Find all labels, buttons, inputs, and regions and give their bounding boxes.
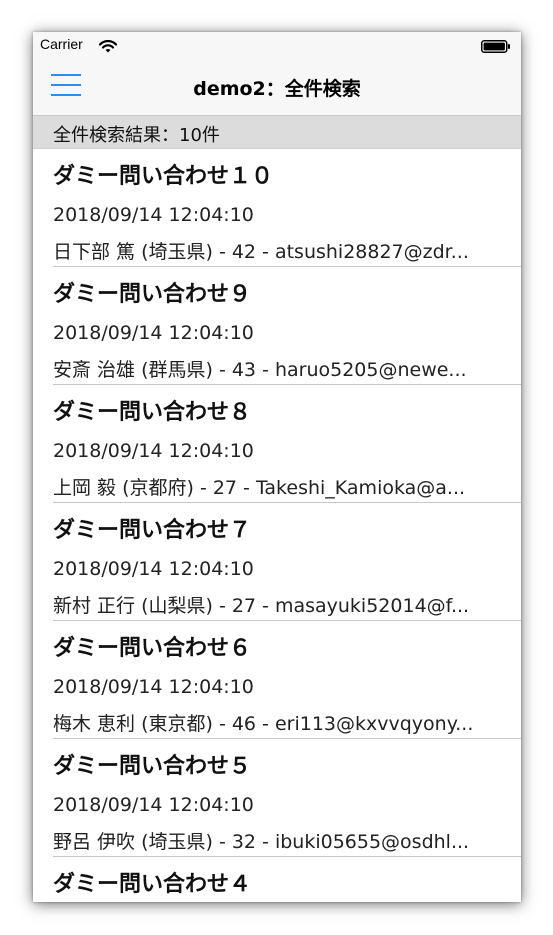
carrier-label: Carrier: [40, 36, 83, 52]
result-date: 2018/09/14 12:04:10: [53, 794, 254, 816]
result-row[interactable]: ダミー問い合わせ１０ 2018/09/14 12:04:10 日下部 篤 (埼玉…: [33, 149, 521, 267]
result-row[interactable]: ダミー問い合わせ８ 2018/09/14 12:04:10 上岡 毅 (京都府)…: [33, 385, 521, 503]
result-row[interactable]: ダミー問い合わせ９ 2018/09/14 12:04:10 安斎 治雄 (群馬県…: [33, 267, 521, 385]
results-list: ダミー問い合わせ１０ 2018/09/14 12:04:10 日下部 篤 (埼玉…: [33, 149, 521, 902]
result-title: ダミー問い合わせ１０: [53, 164, 274, 189]
result-detail: 梅木 恵利 (東京都) - 46 - eri113@kxvvqyony...: [53, 713, 474, 735]
result-detail: 日下部 篤 (埼玉県) - 42 - atsushi28827@zdr...: [53, 241, 469, 263]
result-date: 2018/09/14 12:04:10: [53, 322, 254, 344]
result-title: ダミー問い合わせ６: [53, 636, 252, 661]
result-row[interactable]: ダミー問い合わせ４: [33, 857, 521, 902]
result-date: 2018/09/14 12:04:10: [53, 676, 254, 698]
result-row[interactable]: ダミー問い合わせ６ 2018/09/14 12:04:10 梅木 恵利 (東京都…: [33, 621, 521, 739]
result-date: 2018/09/14 12:04:10: [53, 440, 254, 462]
app-screen: Carrier demo2：全件検索 全件検索結果：10件 ダミー問い合わせ１０…: [33, 32, 521, 902]
page-title: demo2：全件検索: [193, 78, 361, 100]
result-detail: 安斎 治雄 (群馬県) - 43 - haruo5205@newe...: [53, 359, 467, 381]
result-title: ダミー問い合わせ８: [53, 400, 252, 425]
result-date: 2018/09/14 12:04:10: [53, 204, 254, 226]
battery-icon: [481, 38, 511, 57]
result-date: 2018/09/14 12:04:10: [53, 558, 254, 580]
result-row[interactable]: ダミー問い合わせ７ 2018/09/14 12:04:10 新村 正行 (山梨県…: [33, 503, 521, 621]
result-title: ダミー問い合わせ９: [53, 282, 252, 307]
status-bar: Carrier: [33, 32, 521, 56]
result-row[interactable]: ダミー問い合わせ５ 2018/09/14 12:04:10 野呂 伊吹 (埼玉県…: [33, 739, 521, 857]
result-title: ダミー問い合わせ５: [53, 754, 252, 779]
navigation-bar: demo2：全件検索: [33, 56, 521, 116]
result-title: ダミー問い合わせ４: [53, 872, 252, 897]
result-detail: 野呂 伊吹 (埼玉県) - 32 - ibuki05655@osdhl...: [53, 831, 470, 853]
result-detail: 上岡 毅 (京都府) - 27 - Takeshi_Kamioka@a...: [53, 477, 466, 499]
results-section-header: 全件検索結果：10件: [33, 116, 521, 149]
wifi-icon: [98, 38, 118, 57]
results-count-label: 全件検索結果：10件: [53, 125, 220, 146]
result-detail: 新村 正行 (山梨県) - 27 - masayuki52014@f...: [53, 595, 470, 617]
result-title: ダミー問い合わせ７: [53, 518, 252, 543]
